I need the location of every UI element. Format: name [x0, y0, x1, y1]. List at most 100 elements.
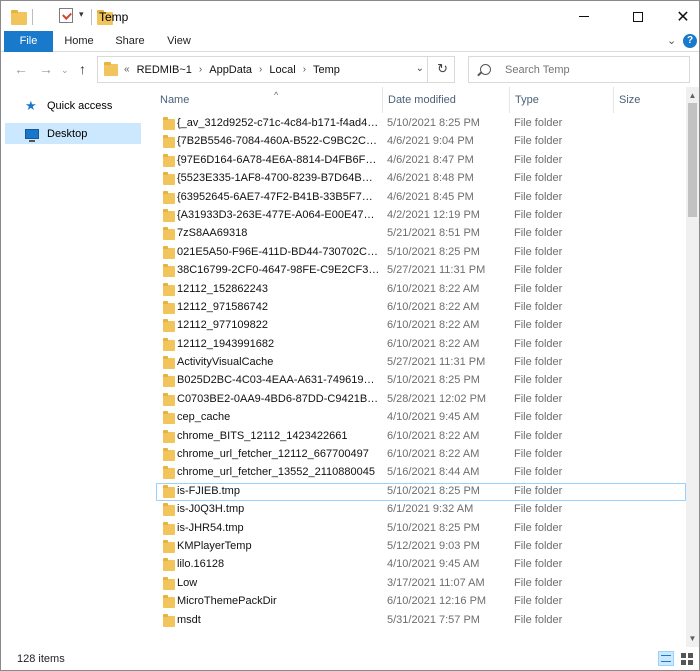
- table-row[interactable]: chrome_url_fetcher_13552_2110880045 5/16/…: [146, 464, 686, 482]
- date-modified: 6/10/2021 8:22 AM: [387, 300, 480, 313]
- properties-icon[interactable]: [59, 8, 74, 23]
- nav-item-quick-access[interactable]: ★ Quick access: [5, 95, 141, 116]
- table-row[interactable]: 38C16799-2CF0-4647-98FE-C9E2CF3A871E 5/27…: [146, 262, 686, 280]
- chevron-right-icon[interactable]: ›: [199, 64, 202, 75]
- maximize-button[interactable]: [615, 1, 661, 32]
- quick-access-separator: [32, 9, 33, 25]
- address-bar[interactable]: « REDMIB~1 › AppData › Local › Temp ⌄ ↻: [97, 56, 455, 83]
- scrollbar-thumb[interactable]: [688, 103, 697, 217]
- table-row[interactable]: is-JHR54.tmp 5/10/2021 8:25 PM File folder: [146, 520, 686, 538]
- minimize-button[interactable]: [561, 1, 607, 32]
- folder-icon: [163, 153, 175, 167]
- file-type: File folder: [514, 135, 563, 148]
- chevron-right-icon[interactable]: ›: [303, 64, 306, 75]
- table-row[interactable]: 12112_152862243 6/10/2021 8:22 AM File fol…: [146, 281, 686, 299]
- address-history-chevron-icon[interactable]: ⌄: [416, 63, 424, 74]
- breadcrumb-overflow[interactable]: «: [124, 64, 130, 75]
- table-row[interactable]: B025D2BC-4C03-4EAA-A631-7496191B3B... 5/1…: [146, 372, 686, 390]
- scroll-down-arrow-icon[interactable]: ▼: [686, 632, 699, 645]
- table-row[interactable]: {_av_312d9252-c71c-4c84-b171-f4ad46e2...…: [146, 115, 686, 133]
- tab-share[interactable]: Share: [108, 31, 152, 52]
- folder-icon: [163, 300, 175, 314]
- table-row[interactable]: {63952645-6AE7-47F2-B41B-33B5F7DFE9... 4/…: [146, 189, 686, 207]
- folder-icon[interactable]: [11, 10, 27, 25]
- table-row[interactable]: 12112_971586742 6/10/2021 8:22 AM File fol…: [146, 299, 686, 317]
- file-name: 12112_1943991682: [177, 337, 275, 350]
- details-view-icon: [661, 655, 671, 662]
- up-arrow-icon[interactable]: ↑: [79, 61, 86, 77]
- file-name: KMPlayerTemp: [177, 539, 252, 552]
- table-row[interactable]: 12112_1943991682 6/10/2021 8:22 AM File fo…: [146, 336, 686, 354]
- file-type: File folder: [514, 521, 563, 534]
- column-header-size[interactable]: Size: [613, 87, 686, 113]
- nav-item-desktop[interactable]: Desktop: [5, 123, 141, 144]
- file-name: lilo.16128: [177, 558, 225, 571]
- column-header-date-modified[interactable]: Date modified: [382, 87, 509, 113]
- column-header-name[interactable]: Name ^: [154, 87, 382, 113]
- file-name: {97E6D164-6A78-4E6A-8814-D4FB6F25CA...: [177, 153, 380, 166]
- table-row[interactable]: lilo.16128 4/10/2021 9:45 AM File folder: [146, 556, 686, 574]
- back-arrow-icon[interactable]: ←: [14, 61, 28, 77]
- close-button[interactable]: ✕: [660, 1, 699, 32]
- help-icon[interactable]: ?: [683, 34, 697, 48]
- forward-arrow-icon[interactable]: →: [39, 61, 53, 77]
- details-view-button[interactable]: [658, 651, 674, 666]
- chevron-right-icon[interactable]: ›: [259, 64, 262, 75]
- folder-icon: [163, 539, 175, 553]
- file-type: File folder: [514, 245, 563, 258]
- recent-locations-chevron-icon[interactable]: ⌄: [61, 65, 69, 76]
- search-input[interactable]: [505, 63, 685, 76]
- large-icons-view-icon: [681, 660, 686, 665]
- folder-icon: [163, 374, 175, 388]
- table-row[interactable]: 7zS8AA69318 5/21/2021 8:51 PM File folder: [146, 225, 686, 243]
- file-name: is-J0Q3H.tmp: [177, 503, 245, 516]
- item-count: 128 items: [17, 653, 65, 665]
- breadcrumb-item[interactable]: Temp: [313, 64, 340, 76]
- table-row[interactable]: Low 3/17/2021 11:07 AM File folder: [146, 575, 686, 593]
- table-row[interactable]: cep_cache 4/10/2021 9:45 AM File folder: [146, 409, 686, 427]
- date-modified: 5/10/2021 8:25 PM: [387, 245, 480, 258]
- table-row[interactable]: KMPlayerTemp 5/12/2021 9:03 PM File folder: [146, 538, 686, 556]
- file-name: chrome_BITS_12112_1423422661: [177, 429, 348, 442]
- folder-icon: [163, 392, 175, 406]
- table-row[interactable]: {7B2B5546-7084-460A-B522-C9BC2C1817... 4/…: [146, 133, 686, 151]
- search-box[interactable]: [468, 56, 690, 83]
- table-row[interactable]: {5523E335-1AF8-4700-8239-B7D64BBB6C... 4/…: [146, 170, 686, 188]
- tab-view[interactable]: View: [157, 31, 201, 52]
- table-row[interactable]: is-FJIEB.tmp 5/10/2021 8:25 PM File folder: [146, 482, 686, 501]
- table-row[interactable]: ActivityVisualCache 5/27/2021 11:31 PM Fil…: [146, 354, 686, 372]
- expand-ribbon-chevron-icon[interactable]: ⌄: [667, 34, 676, 47]
- column-header-type[interactable]: Type: [509, 87, 613, 113]
- folder-icon: [163, 117, 175, 130]
- file-name: {_av_312d9252-c71c-4c84-b171-f4ad46e2...: [177, 117, 380, 129]
- address-divider: [427, 57, 428, 82]
- file-rows: {_av_312d9252-c71c-4c84-b171-f4ad46e2...…: [146, 115, 686, 630]
- table-row[interactable]: MicroThemePackDir 6/10/2021 12:16 PM File …: [146, 593, 686, 611]
- table-row[interactable]: msdt 5/31/2021 7:57 PM File folder: [146, 612, 686, 630]
- table-row[interactable]: 12112_977109822 6/10/2021 8:22 AM File fol…: [146, 317, 686, 335]
- large-icons-view-button[interactable]: [679, 651, 695, 666]
- table-row[interactable]: is-J0Q3H.tmp 6/1/2021 9:32 AM File folder: [146, 501, 686, 519]
- table-row[interactable]: chrome_url_fetcher_12112_667700497 6/10/2…: [146, 446, 686, 464]
- date-modified: 6/1/2021 9:32 AM: [387, 503, 474, 516]
- table-row[interactable]: {97E6D164-6A78-4E6A-8814-D4FB6F25CA... 4/…: [146, 152, 686, 170]
- table-row[interactable]: chrome_BITS_12112_1423422661 6/10/2021 8:…: [146, 428, 686, 446]
- file-name: B025D2BC-4C03-4EAA-A631-7496191B3B...: [177, 374, 380, 387]
- refresh-icon[interactable]: ↻: [437, 61, 448, 77]
- file-type: File folder: [514, 613, 563, 626]
- file-name: 12112_977109822: [177, 319, 268, 332]
- table-row[interactable]: {A31933D3-263E-477E-A064-E00E472C80... 4/…: [146, 207, 686, 225]
- table-row[interactable]: C0703BE2-0AA9-4BD6-87DD-C9421B7A2... 5/28…: [146, 391, 686, 409]
- vertical-scrollbar[interactable]: ▲ ▼: [686, 87, 699, 647]
- customize-toolbar-chevron-icon[interactable]: ▾: [79, 9, 84, 20]
- breadcrumb-item[interactable]: Local: [269, 64, 295, 76]
- breadcrumb-item[interactable]: AppData: [209, 64, 252, 76]
- folder-icon: [163, 466, 175, 480]
- date-modified: 5/21/2021 8:51 PM: [387, 227, 480, 240]
- breadcrumb-item[interactable]: REDMIB~1: [137, 64, 192, 76]
- table-row[interactable]: 021E5A50-F96E-411D-BD44-730702CA9612 5/10…: [146, 244, 686, 262]
- tab-home[interactable]: Home: [57, 31, 101, 52]
- scroll-up-arrow-icon[interactable]: ▲: [686, 89, 699, 102]
- folder-icon: [163, 190, 175, 204]
- tab-file[interactable]: File: [4, 31, 53, 52]
